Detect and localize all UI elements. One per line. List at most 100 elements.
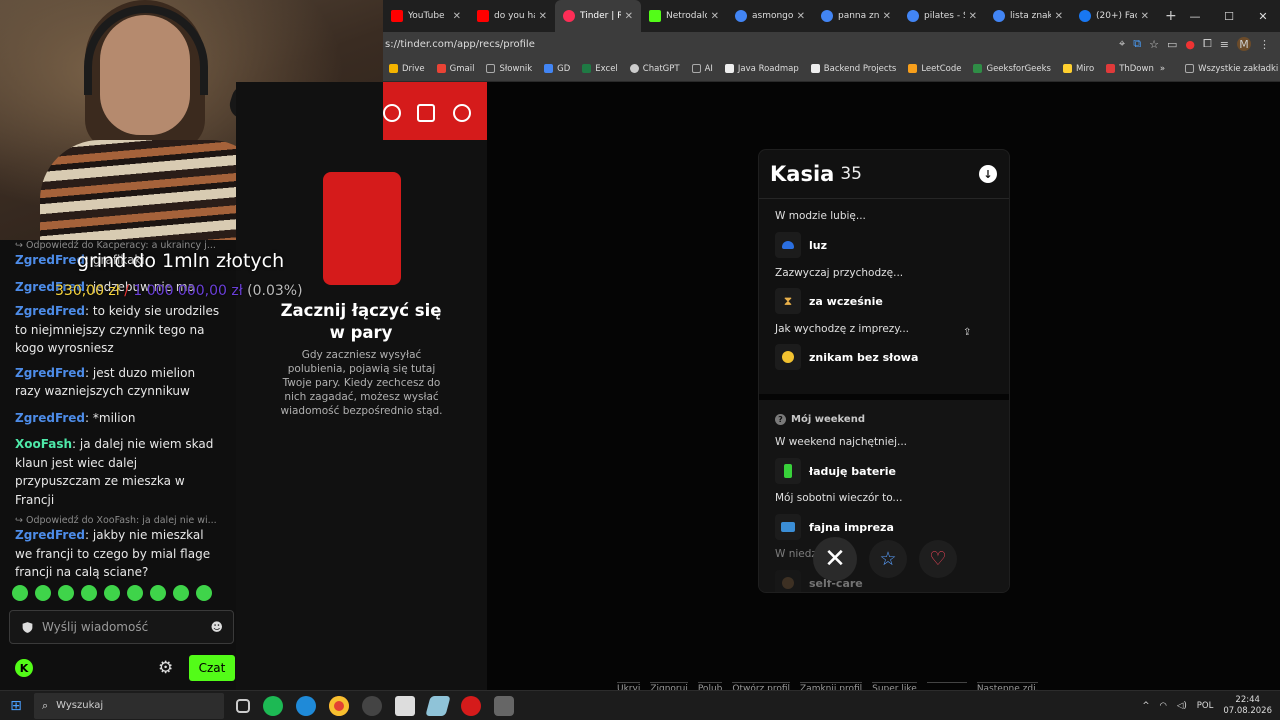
arrow-down-icon[interactable]: ↓	[979, 165, 997, 183]
close-tab-icon[interactable]: ✕	[625, 11, 633, 22]
location-icon[interactable]: ⌖	[1119, 37, 1125, 51]
like-button[interactable]: ♡	[919, 540, 957, 578]
profile-header: Kasia 35 ↓	[759, 150, 1009, 198]
chat-username[interactable]: ZgredFred	[15, 253, 85, 267]
bookmark-label: ThDown	[1119, 63, 1154, 74]
bookmark-leetcode[interactable]: LeetCode	[902, 64, 967, 74]
close-tab-icon[interactable]: ✕	[883, 11, 891, 22]
bookmark-thdown[interactable]: ThDown	[1100, 64, 1160, 74]
briefcase-icon[interactable]	[417, 104, 435, 122]
translate-icon[interactable]: ⧉	[1133, 37, 1141, 51]
tray-chevron-icon[interactable]: ^	[1142, 701, 1149, 711]
tab-facebook[interactable]: (20+) Face ✕	[1071, 0, 1157, 32]
bookmark-geeksforgeeks[interactable]: GeeksforGeeks	[967, 64, 1056, 74]
bookmark-miro[interactable]: Miro	[1057, 64, 1100, 74]
emote-icon[interactable]	[196, 585, 212, 601]
tab-pilates[interactable]: pilates - Sz ✕	[899, 0, 985, 32]
youtube-icon	[391, 10, 403, 22]
profile-avatar[interactable]: M	[1237, 37, 1251, 51]
close-window-icon[interactable]: ✕	[1246, 10, 1280, 23]
spotify-icon[interactable]	[263, 695, 283, 716]
chrome-icon[interactable]	[329, 695, 349, 716]
tab-do-you-have[interactable]: do you hav ✕	[469, 0, 555, 32]
bookmark-label: AI	[704, 63, 713, 74]
bookmark-gd[interactable]: GD	[538, 64, 576, 74]
close-tab-icon[interactable]: ✕	[1141, 11, 1149, 22]
red-app-icon[interactable]	[461, 695, 481, 716]
edge-icon[interactable]	[296, 695, 316, 716]
emote-icon[interactable]	[58, 585, 74, 601]
bookmark-excel[interactable]: Excel	[576, 64, 624, 74]
tab-panna[interactable]: panna znak ✕	[813, 0, 899, 32]
chat-message-input[interactable]	[42, 620, 211, 634]
emote-icon[interactable]	[35, 585, 51, 601]
worried-face-icon	[775, 344, 801, 370]
close-tab-icon[interactable]: ✕	[539, 11, 547, 22]
emote-icon[interactable]	[127, 585, 143, 601]
gear-icon[interactable]: ⚙	[158, 658, 173, 678]
extension-icon[interactable]: ▭	[1167, 38, 1177, 51]
bookmark-ai[interactable]: AI	[686, 64, 719, 74]
bookmark-gmail[interactable]: Gmail	[431, 64, 481, 74]
windows-start-icon[interactable]: ⊞	[0, 698, 32, 714]
task-view-icon[interactable]	[236, 698, 250, 713]
emote-icon[interactable]	[173, 585, 189, 601]
goal-separator: /	[119, 283, 134, 299]
puzzle-icon[interactable]: ⧠	[1203, 37, 1212, 51]
url-field[interactable]: s://tinder.com/app/recs/profile	[383, 39, 1119, 50]
bookmark-java-roadmap[interactable]: Java Roadmap	[719, 64, 805, 74]
taskbar-search-input[interactable]	[56, 700, 224, 711]
tab-tinder[interactable]: Tinder | Ra ✕	[555, 0, 641, 32]
bookmark-chatgpt[interactable]: ChatGPT	[624, 64, 686, 74]
emote-icon[interactable]	[81, 585, 97, 601]
emote-icon[interactable]	[104, 585, 120, 601]
bookmark-slownik[interactable]: Słownik	[480, 64, 538, 74]
maximize-icon[interactable]: ☐	[1212, 10, 1246, 23]
clock-time: 22:44	[1235, 694, 1260, 705]
tab-netrodalo[interactable]: Netrodalo ✕	[641, 0, 727, 32]
tab-asmongold[interactable]: asmongold ✕	[727, 0, 813, 32]
close-tab-icon[interactable]: ✕	[969, 11, 977, 22]
taskbar-clock[interactable]: 22:44 07.08.2026	[1223, 695, 1272, 717]
super-like-button[interactable]: ☆	[869, 540, 907, 578]
window-controls: — ☐ ✕	[1178, 0, 1280, 32]
mouse-cursor-icon: ⇪	[963, 327, 972, 338]
chat-username[interactable]: ZgredFred	[15, 411, 85, 425]
emote-icon[interactable]	[150, 585, 166, 601]
app-fox-icon[interactable]	[395, 695, 415, 716]
close-tab-icon[interactable]: ✕	[1055, 11, 1063, 22]
explore-icon[interactable]	[383, 104, 401, 122]
kick-logo-icon[interactable]: K	[15, 659, 33, 677]
language-indicator[interactable]: POL	[1197, 701, 1214, 711]
notes-app-icon[interactable]	[425, 695, 451, 716]
emoji-icon[interactable]: ☻	[210, 620, 223, 634]
record-icon[interactable]: ●	[1185, 38, 1195, 51]
reading-list-icon[interactable]: ≡	[1220, 38, 1229, 51]
nope-button[interactable]: ✕	[813, 537, 857, 581]
minimize-icon[interactable]: —	[1178, 10, 1212, 23]
chat-username[interactable]: ZgredFred	[15, 528, 85, 542]
bookmark-drive[interactable]: Drive	[383, 64, 431, 74]
chat-username[interactable]: ZgredFred	[15, 366, 85, 380]
tab-lista[interactable]: lista znakó ✕	[985, 0, 1071, 32]
chevron-right-icon[interactable]: »	[1160, 64, 1165, 74]
calculator-icon[interactable]	[494, 695, 514, 716]
new-tab-icon[interactable]: +	[1165, 8, 1177, 24]
close-tab-icon[interactable]: ✕	[797, 11, 805, 22]
menu-kebab-icon[interactable]: ⋮	[1259, 38, 1270, 51]
chat-username[interactable]: ZgredFred	[15, 304, 85, 318]
shield-icon[interactable]	[453, 104, 471, 122]
send-chat-button[interactable]: Czat	[189, 655, 235, 681]
tab-youtube[interactable]: YouTube ✕	[383, 0, 469, 32]
chat-username[interactable]: XooFash	[15, 437, 72, 451]
bookmark-backend-projects[interactable]: Backend Projects	[805, 64, 903, 74]
prompt-answer: znikam bez słowa	[775, 344, 918, 370]
close-tab-icon[interactable]: ✕	[453, 11, 461, 22]
bookmark-star-icon[interactable]: ☆	[1149, 38, 1159, 51]
volume-icon[interactable]: ◁)	[1177, 701, 1187, 711]
obs-icon[interactable]	[362, 695, 382, 716]
close-tab-icon[interactable]: ✕	[711, 11, 719, 22]
all-bookmarks[interactable]: Wszystkie zakładki	[1179, 64, 1280, 74]
wifi-icon[interactable]: ◠	[1159, 701, 1166, 711]
emote-icon[interactable]	[12, 585, 28, 601]
